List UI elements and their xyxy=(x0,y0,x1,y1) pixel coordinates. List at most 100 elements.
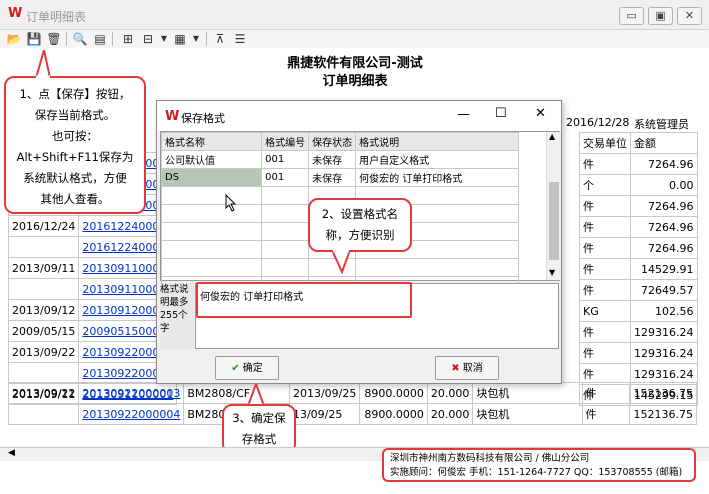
callout-line: 1、点【保存】按钮， xyxy=(19,87,131,101)
search-icon[interactable]: 🔍 xyxy=(72,31,88,47)
format-desc-cell[interactable]: 何俊宏的 订单打印格式 xyxy=(355,168,519,187)
maximize-button[interactable]: ▣ xyxy=(648,7,673,25)
table-row[interactable]: 件 129316.24 xyxy=(579,342,698,364)
order-date-cell xyxy=(7,362,80,384)
date-cell xyxy=(7,403,80,425)
scroll-left-icon[interactable]: ◀ xyxy=(8,448,15,458)
table-row[interactable]: 件 7264.96 xyxy=(579,216,698,238)
chevron-down-icon[interactable]: ▼ xyxy=(188,31,204,47)
column-header-save-status[interactable]: 保存状态 xyxy=(308,132,357,151)
table-row[interactable]: 2013/09/22 20130922000003 BM2808/CF 2013/09… xyxy=(7,382,697,404)
table-row[interactable]: 2016122400001 xyxy=(7,236,178,258)
table-row[interactable]: 件 72649.57 xyxy=(579,279,698,301)
table-row[interactable]: 2013092200002 xyxy=(7,362,178,384)
desc-label: 格式说 明最多 255个 字 xyxy=(160,283,194,349)
order-date-cell: 2013/09/11 xyxy=(7,257,80,279)
amount-cell: 0.00 xyxy=(630,174,698,196)
table-row[interactable]: 2013/09/11 2013091100000 xyxy=(7,257,178,279)
amount-cell: 7264.96 xyxy=(630,195,698,217)
open-icon[interactable]: 📂 xyxy=(6,31,22,47)
table-row[interactable]: 件 14529.91 xyxy=(579,258,698,280)
delete-icon[interactable]: 🗑 xyxy=(46,31,62,47)
order-cell[interactable]: 20130922000003 xyxy=(78,382,185,404)
price-cell: 8900.0000 xyxy=(359,403,428,425)
format-desc-cell[interactable]: 用户自定义格式 xyxy=(355,150,519,169)
amount-cell: 129316.24 xyxy=(630,342,698,364)
scrollbar-thumb[interactable] xyxy=(549,182,559,260)
format-status-cell[interactable]: 未保存 xyxy=(308,150,357,169)
ok-button-label: 确定 xyxy=(242,363,263,374)
minimize-icon[interactable]: — xyxy=(457,107,470,122)
table-row[interactable]: 2009/05/15 2009051500000 xyxy=(7,320,178,342)
callout-save-tip: 1、点【保存】按钮， 保存当前格式。 也可按： Alt+Shift+F11保存为… xyxy=(4,76,146,214)
table-row[interactable]: 20130922000004 BM2808/CF 13/09/25 8900.0000… xyxy=(7,403,697,425)
column-header-format-code[interactable]: 格式编号 xyxy=(261,132,310,151)
grid-icon[interactable]: ▦ xyxy=(172,31,188,47)
amount-cell: 72649.57 xyxy=(630,279,698,301)
amount-cell: 7264.96 xyxy=(630,216,698,238)
table-row[interactable]: 件 7264.96 xyxy=(579,153,698,175)
format-row[interactable]: 公司默认值 001 未保存 用户自定义格式 xyxy=(160,150,519,169)
column-header-unit[interactable]: 交易单位 xyxy=(579,132,631,154)
desc-textarea[interactable]: 何俊宏的 订单打印格式 xyxy=(195,282,559,349)
close-button[interactable]: ✕ xyxy=(677,7,702,25)
format-row-selected[interactable]: DS 001 未保存 何俊宏的 订单打印格式 xyxy=(160,168,519,187)
date-cell: 2013/09/22 xyxy=(7,382,80,404)
maximize-icon[interactable]: ☐ xyxy=(495,106,507,121)
callout-line: 系统默认格式，方便 xyxy=(23,171,127,185)
table-row[interactable]: 2013091100001 xyxy=(7,278,178,300)
group-icon[interactable]: ☰ xyxy=(232,31,248,47)
column-settings-icon[interactable]: ⊞ xyxy=(120,31,136,47)
table-row[interactable]: KG 102.56 xyxy=(579,300,698,322)
cancel-button-label: 取消 xyxy=(462,363,483,374)
order-date-cell: 2013/09/12 xyxy=(7,299,80,321)
format-code-cell[interactable]: 001 xyxy=(261,150,310,169)
vertical-scrollbar[interactable]: ▲ ▼ xyxy=(546,132,560,280)
save-icon[interactable]: 💾 xyxy=(26,31,42,47)
report-company: 鼎捷软件有限公司-测试 xyxy=(287,56,423,71)
format-name-cell[interactable]: DS xyxy=(160,168,263,187)
table-row[interactable]: 件 7264.96 xyxy=(579,237,698,259)
format-name-cell[interactable]: 公司默认值 xyxy=(160,150,263,169)
qty-cell: 20.000 xyxy=(426,382,474,404)
format-status-cell[interactable]: 未保存 xyxy=(308,168,357,187)
table-row[interactable]: 2013/09/22 2013092200000 xyxy=(7,341,178,363)
unit-cell: 件 xyxy=(581,403,631,425)
unit-cell: 件 xyxy=(579,258,631,280)
preview-icon[interactable]: ▤ xyxy=(92,31,108,47)
table-row[interactable]: 件 7264.96 xyxy=(579,195,698,217)
table-row[interactable]: 件 129316.24 xyxy=(579,321,698,343)
cancel-button[interactable]: ✖ 取消 xyxy=(435,356,499,380)
column-header-format-desc[interactable]: 格式说明 xyxy=(355,132,519,151)
qty-cell: 20.000 xyxy=(426,403,474,425)
ok-button[interactable]: ✔ 确定 xyxy=(215,356,279,380)
callout-line: 也可按： xyxy=(52,129,98,143)
column-header-amount[interactable]: 金额 xyxy=(630,132,698,154)
table-row[interactable]: 个 0.00 xyxy=(579,174,698,196)
format-code-cell[interactable]: 001 xyxy=(261,168,310,187)
scroll-up-icon[interactable]: ▲ xyxy=(549,132,555,141)
sort-icon[interactable]: ⊼ xyxy=(212,31,228,47)
callout-line: 称，方便识别 xyxy=(325,228,395,242)
mouse-cursor-icon xyxy=(225,194,237,212)
scroll-down-icon[interactable]: ▼ xyxy=(549,268,555,277)
callout-pointer xyxy=(246,384,266,406)
callout-line: 3、确定保 xyxy=(232,411,286,425)
amount-cell: 152136.75 xyxy=(629,382,697,404)
chevron-down-icon[interactable]: ▼ xyxy=(156,31,172,47)
cancel-x-icon: ✖ xyxy=(451,363,460,374)
format-icon[interactable]: ⊟ xyxy=(140,31,156,47)
report-grid-right: 交易单位 金额 件 7264.96 个 0.00 件 7264.96 件 7264.96 件 72… xyxy=(579,132,698,406)
column-header-format-name[interactable]: 格式名称 xyxy=(160,132,263,151)
minimize-button[interactable]: ▭ xyxy=(619,7,644,25)
close-icon[interactable]: ✕ xyxy=(535,106,546,121)
table-row[interactable]: 2013/09/12 2013091200001 xyxy=(7,299,178,321)
order-date-cell xyxy=(7,278,80,300)
toolbar-divider xyxy=(206,32,207,46)
callout-line: 保存当前格式。 xyxy=(34,108,116,122)
toolbar: 📂 💾 🗑 🔍 ▤ ⊞ ⊟ ▼ ▦ ▼ ⊼ ☰ xyxy=(0,30,709,48)
toolbar-divider xyxy=(66,32,67,46)
table-row[interactable]: 2016/12/24 2016122400001 xyxy=(7,215,178,237)
amount-cell: 7264.96 xyxy=(630,237,698,259)
order-cell[interactable]: 20130922000004 xyxy=(78,403,185,425)
